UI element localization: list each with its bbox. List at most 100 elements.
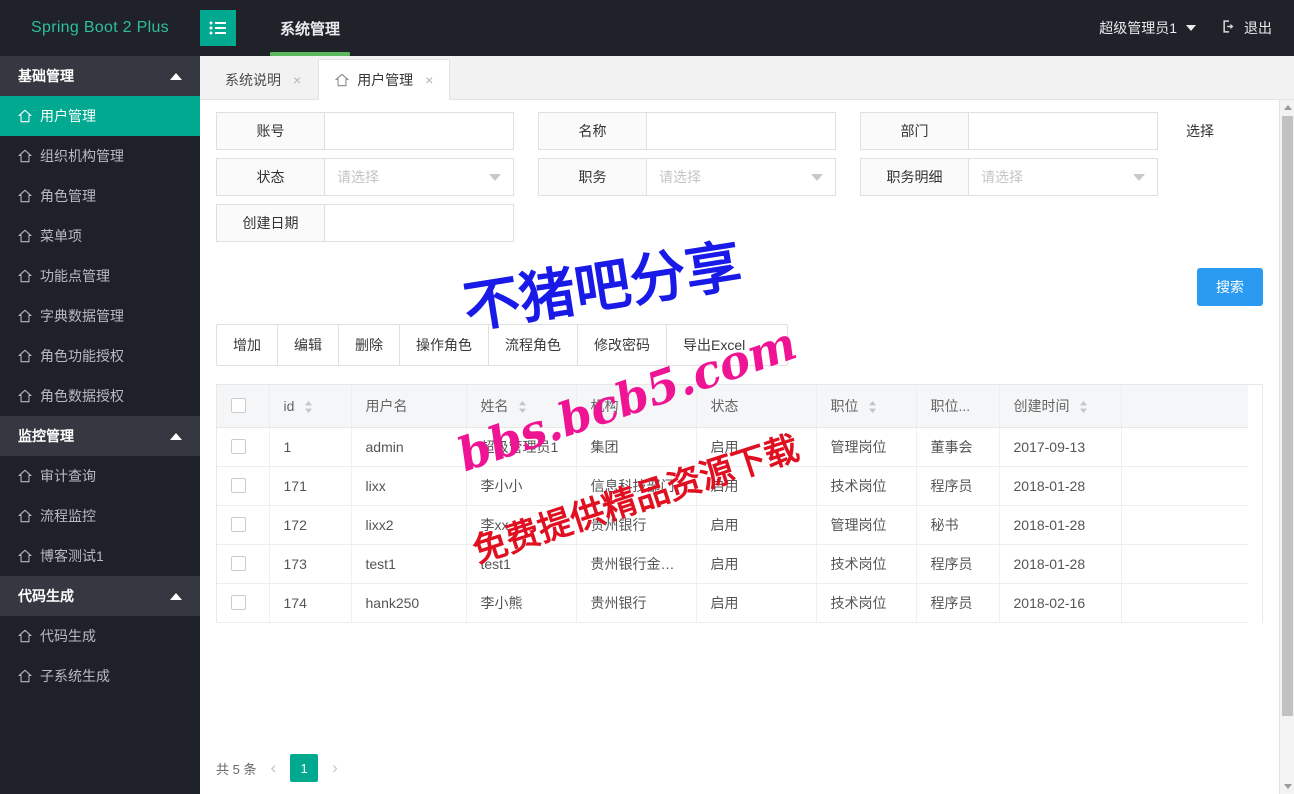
scroll-up-icon[interactable] xyxy=(1280,100,1294,115)
row-checkbox[interactable] xyxy=(231,595,246,610)
field-department[interactable]: 部门 xyxy=(860,112,1158,150)
sidebar-item-blog-test-1[interactable]: 博客测试1 xyxy=(0,536,200,576)
close-icon[interactable]: × xyxy=(425,72,433,88)
process-role-button[interactable]: 流程角色 xyxy=(489,325,578,365)
row-checkbox-cell[interactable] xyxy=(217,427,270,467)
sort-icon[interactable] xyxy=(518,401,527,414)
row-checkbox[interactable] xyxy=(231,556,246,571)
sidebar-item-label: 角色数据授权 xyxy=(40,388,124,404)
hamburger-list-icon[interactable] xyxy=(200,10,236,46)
field-create-date[interactable]: 创建日期 xyxy=(216,204,514,242)
add-button[interactable]: 增加 xyxy=(217,325,278,365)
row-checkbox-cell[interactable] xyxy=(217,544,270,584)
row-checkbox-cell[interactable] xyxy=(217,505,270,545)
cell-posd: 秘书 xyxy=(916,505,1000,545)
cell-pos: 技术岗位 xyxy=(816,544,917,584)
sidebar-group-basic[interactable]: 基础管理 xyxy=(0,56,200,96)
logout-button[interactable]: 退出 xyxy=(1222,18,1272,38)
top-nav-item-system[interactable]: 系统管理 xyxy=(262,0,358,56)
header-status: 状态 xyxy=(696,385,817,428)
scrollbar-thumb[interactable] xyxy=(1282,116,1293,716)
sidebar-item-process-monitor[interactable]: 流程监控 xyxy=(0,496,200,536)
sidebar-item-audit-query[interactable]: 审计查询 xyxy=(0,456,200,496)
cell-org: 信息科技部门 xyxy=(576,466,697,506)
field-job[interactable]: 职务 请选择 xyxy=(538,158,836,196)
cell-org: 贵州银行 xyxy=(576,505,697,545)
sort-icon[interactable] xyxy=(1079,401,1088,414)
header-name[interactable]: 姓名 xyxy=(466,385,577,428)
select-all-checkbox[interactable] xyxy=(231,398,246,414)
field-name[interactable]: 名称 xyxy=(538,112,836,150)
sidebar-group-codegen[interactable]: 代码生成 xyxy=(0,576,200,616)
sidebar-item-org-management[interactable]: 组织机构管理 xyxy=(0,136,200,176)
sidebar-item-role-data-auth[interactable]: 角色数据授权 xyxy=(0,376,200,416)
sidebar-item-user-management[interactable]: 用户管理 xyxy=(0,96,200,136)
table-row[interactable]: 172 lixx2 李xx 贵州银行 启用 管理岗位 秘书 2018-01-28 xyxy=(217,505,1248,545)
table-row[interactable]: 174 hank250 李小熊 贵州银行 启用 技术岗位 程序员 2018-02… xyxy=(217,583,1248,623)
job-select[interactable]: 请选择 xyxy=(647,159,835,195)
table-row[interactable]: 171 lixx 李小小 信息科技部门 启用 技术岗位 程序员 2018-01-… xyxy=(217,466,1248,506)
sort-icon[interactable] xyxy=(868,401,877,414)
change-password-button[interactable]: 修改密码 xyxy=(578,325,667,365)
choose-department-link[interactable]: 选择 xyxy=(1186,121,1214,141)
cell-time: 2018-02-16 xyxy=(999,583,1122,623)
sidebar-item-role-management[interactable]: 角色管理 xyxy=(0,176,200,216)
manage-role-button[interactable]: 操作角色 xyxy=(400,325,489,365)
vertical-scrollbar[interactable] xyxy=(1279,100,1294,794)
cell-name: 李小小 xyxy=(466,466,577,506)
field-job-detail[interactable]: 职务明细 请选择 xyxy=(860,158,1158,196)
sidebar-group-monitor[interactable]: 监控管理 xyxy=(0,416,200,456)
table-row[interactable]: 173 test1 test1 贵州银行金… 启用 技术岗位 程序员 2018-… xyxy=(217,544,1248,584)
sidebar-item-menu-items[interactable]: 菜单项 xyxy=(0,216,200,256)
create-date-input[interactable] xyxy=(325,205,513,241)
tab-system-info[interactable]: 系统说明 × xyxy=(208,59,318,99)
name-input[interactable] xyxy=(647,113,835,149)
next-page-button[interactable]: › xyxy=(328,758,342,778)
sidebar-item-role-function-auth[interactable]: 角色功能授权 xyxy=(0,336,200,376)
row-checkbox-cell[interactable] xyxy=(217,466,270,506)
header-label: 职位... xyxy=(930,397,971,414)
page-number-1[interactable]: 1 xyxy=(290,754,319,782)
cell-time: 2018-01-28 xyxy=(999,505,1122,545)
status-select[interactable]: 请选择 xyxy=(325,159,513,195)
scroll-down-icon[interactable] xyxy=(1280,779,1294,794)
table-row[interactable]: 1 admin 超级管理员1 集团 启用 管理岗位 董事会 2017-09-13 xyxy=(217,427,1248,467)
table-body: 1 admin 超级管理员1 集团 启用 管理岗位 董事会 2017-09-13 xyxy=(217,427,1248,623)
header-id[interactable]: id xyxy=(269,385,352,428)
row-checkbox[interactable] xyxy=(231,478,246,493)
sort-icon[interactable] xyxy=(304,401,313,414)
tab-user-management[interactable]: 用户管理 × xyxy=(318,59,451,100)
delete-button[interactable]: 删除 xyxy=(339,325,400,365)
header-organization: 机构 xyxy=(576,385,697,428)
sidebar: 基础管理 用户管理 组织机构管理 角色管理 菜单项 功能点管理 字典数据管理 角… xyxy=(0,56,200,794)
prev-page-button[interactable]: ‹ xyxy=(266,758,280,778)
job-detail-select[interactable]: 请选择 xyxy=(969,159,1157,195)
field-account[interactable]: 账号 xyxy=(216,112,514,150)
export-excel-button[interactable]: 导出Excel xyxy=(667,325,761,365)
department-input[interactable] xyxy=(969,113,1157,149)
header-select-all[interactable] xyxy=(217,385,270,428)
field-label: 部门 xyxy=(861,113,969,149)
field-label: 创建日期 xyxy=(217,205,325,241)
account-input[interactable] xyxy=(325,113,513,149)
cell-id: 172 xyxy=(269,505,352,545)
content-area: 系统说明 × 用户管理 × 账号 名称 部门 选择 状态 请选择 职务 请选择 … xyxy=(200,56,1294,794)
sidebar-item-code-generation[interactable]: 代码生成 xyxy=(0,616,200,656)
home-icon xyxy=(18,629,32,643)
sidebar-item-subsystem-generation[interactable]: 子系统生成 xyxy=(0,656,200,696)
field-label: 状态 xyxy=(217,159,325,195)
edit-button[interactable]: 编辑 xyxy=(278,325,339,365)
header-position[interactable]: 职位 xyxy=(816,385,917,428)
sidebar-item-function-management[interactable]: 功能点管理 xyxy=(0,256,200,296)
header-create-time[interactable]: 创建时间 xyxy=(999,385,1122,428)
field-status[interactable]: 状态 请选择 xyxy=(216,158,514,196)
sidebar-item-dictionary-management[interactable]: 字典数据管理 xyxy=(0,296,200,336)
row-checkbox[interactable] xyxy=(231,517,246,532)
row-checkbox[interactable] xyxy=(231,439,246,454)
search-button[interactable]: 搜索 xyxy=(1197,268,1263,306)
row-checkbox-cell[interactable] xyxy=(217,583,270,623)
user-menu[interactable]: 超级管理员1 xyxy=(1099,18,1196,38)
close-icon[interactable]: × xyxy=(293,72,301,88)
cell-status: 启用 xyxy=(696,427,817,467)
sidebar-group-label: 基础管理 xyxy=(18,68,74,84)
